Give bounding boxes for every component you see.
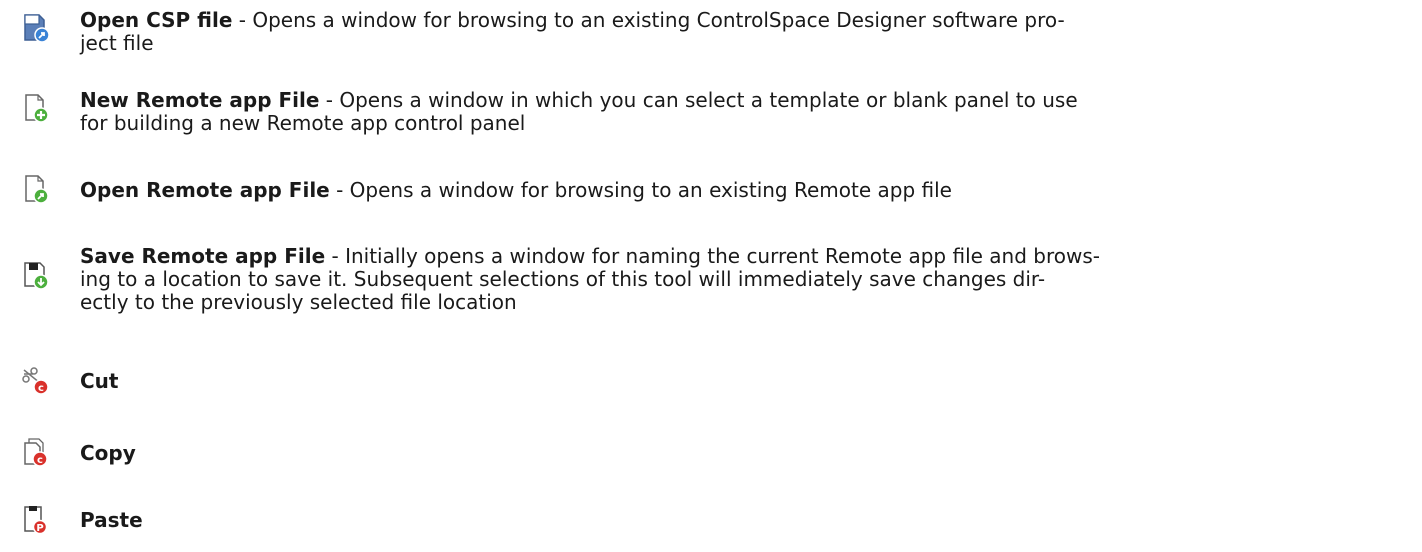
item-desc-line: - Opens a window in which you can select… [319, 88, 1078, 112]
svg-text:c: c [37, 455, 43, 466]
new-remote-app-file-icon [20, 93, 50, 123]
item-text: Paste [80, 509, 1410, 532]
save-remote-app-file-icon [20, 260, 50, 290]
item-desc-line: - Opens a window for browsing to an exis… [329, 178, 952, 202]
svg-text:c: c [38, 383, 44, 394]
paste-icon: P [20, 504, 50, 534]
item-desc-line: ectly to the previously selected file lo… [80, 290, 517, 314]
svg-text:P: P [36, 523, 43, 534]
item-title: Cut [80, 369, 119, 393]
item-text: Copy [80, 442, 1410, 465]
item-desc-line: ject file [80, 31, 154, 55]
item-text: Open Remote app File - Opens a window fo… [80, 179, 1410, 202]
item-title: Copy [80, 441, 136, 465]
item-title: Paste [80, 508, 143, 532]
open-remote-app-file-icon [20, 174, 50, 204]
item-desc-line: for building a new Remote app control pa… [80, 111, 526, 135]
item-text: Cut [80, 370, 1410, 393]
copy-icon: c [20, 437, 50, 467]
item-desc-line: - Initially opens a window for naming th… [325, 244, 1100, 268]
item-desc-line: ing to a location to save it. Subsequent… [80, 267, 1046, 291]
item-title: Open CSP file [80, 8, 233, 32]
item-title: New Remote app File [80, 88, 320, 112]
item-text: Save Remote app File - Initially opens a… [80, 245, 1410, 314]
item-title: Save Remote app File [80, 244, 326, 268]
item-text: New Remote app File - Opens a window in … [80, 89, 1410, 135]
item-desc-line: - Opens a window for browsing to an exis… [232, 8, 1065, 32]
item-text: Open CSP file - Opens a window for brows… [80, 9, 1410, 55]
item-title: Open Remote app File [80, 178, 330, 202]
open-csp-file-icon [20, 13, 50, 43]
cut-icon: c [20, 365, 50, 395]
